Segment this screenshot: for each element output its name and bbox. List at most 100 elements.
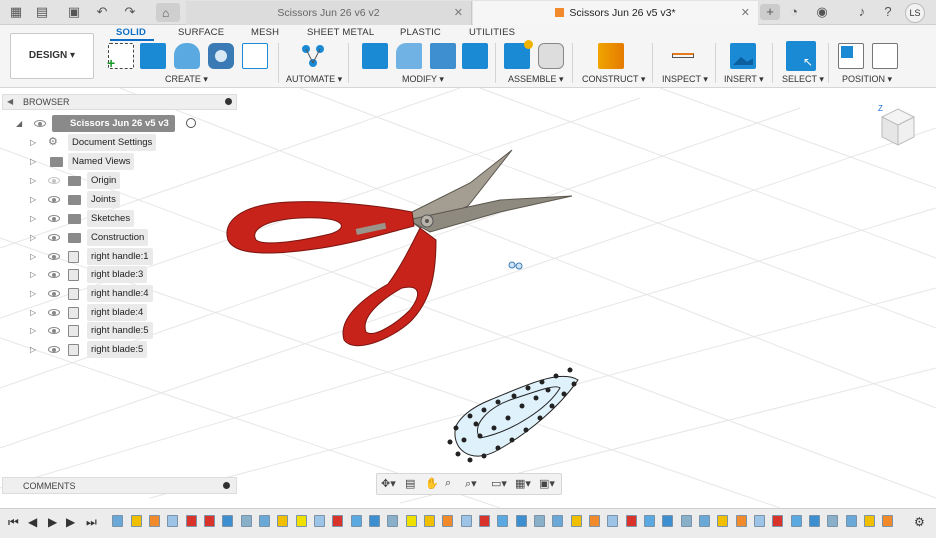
hole-icon[interactable] — [208, 43, 234, 69]
inspect-menu[interactable]: INSPECT ▾ — [662, 74, 708, 85]
tab-sheet-metal[interactable]: SHEET METAL — [307, 27, 374, 38]
visibility-eye-icon[interactable] — [48, 177, 60, 184]
expand-arrow-icon[interactable]: ▷ — [30, 153, 36, 170]
extrude-icon[interactable] — [140, 43, 166, 69]
close-icon[interactable]: ✕ — [741, 1, 750, 25]
automate-menu[interactable]: AUTOMATE ▾ — [286, 74, 342, 85]
expand-arrow-icon[interactable]: ▷ — [30, 341, 36, 358]
timeline-feature-icon[interactable] — [186, 515, 197, 527]
create-menu[interactable]: CREATE ▾ — [165, 74, 208, 85]
pan-icon[interactable]: ✋ — [425, 477, 439, 490]
timeline-feature-icon[interactable] — [424, 515, 435, 527]
modify-menu[interactable]: MODIFY ▾ — [402, 74, 444, 85]
position-menu[interactable]: POSITION ▾ — [842, 74, 892, 85]
viewports-icon[interactable]: ▣▾ — [539, 477, 555, 490]
pin-icon[interactable] — [223, 482, 230, 489]
timeline-feature-icon[interactable] — [149, 515, 160, 527]
look-at-icon[interactable]: ▤ — [405, 477, 415, 490]
expand-arrow-icon[interactable]: ▷ — [30, 285, 36, 302]
expand-arrow-icon[interactable]: ▷ — [30, 304, 36, 321]
fillet-icon[interactable] — [396, 43, 422, 69]
timeline-feature-icon[interactable] — [717, 515, 728, 527]
insert-image-icon[interactable] — [730, 43, 756, 69]
measure-icon[interactable] — [670, 43, 696, 69]
offset-plane-icon[interactable] — [598, 43, 624, 69]
timeline-feature-icon[interactable] — [809, 515, 820, 527]
timeline-feature-icon[interactable] — [259, 515, 270, 527]
display-settings-icon[interactable]: ▭▾ — [491, 477, 507, 490]
timeline-feature-icon[interactable] — [332, 515, 343, 527]
active-radio-icon[interactable] — [186, 118, 196, 128]
timeline-feature-icon[interactable] — [497, 515, 508, 527]
grid-settings-icon[interactable]: ▦▾ — [515, 477, 531, 490]
tab-solid[interactable]: SOLID — [116, 27, 146, 38]
go-to-start-icon[interactable]: ⏮ — [8, 515, 19, 530]
expand-arrow-icon[interactable]: ▷ — [30, 210, 36, 227]
go-to-end-icon[interactable]: ⏭ — [86, 515, 97, 530]
orbit-icon[interactable]: ✥▾ — [381, 477, 396, 490]
visibility-eye-icon[interactable] — [48, 196, 60, 203]
timeline-feature-icon[interactable] — [479, 515, 490, 527]
timeline-feature-icon[interactable] — [516, 515, 527, 527]
expand-arrow-icon[interactable]: ▷ — [30, 172, 36, 189]
visibility-eye-icon[interactable] — [48, 327, 60, 334]
step-forward-icon[interactable]: ▶ — [66, 515, 75, 529]
help-icon[interactable]: ? — [880, 4, 896, 20]
tab-mesh[interactable]: MESH — [251, 27, 279, 38]
timeline-feature-icon[interactable] — [791, 515, 802, 527]
visibility-eye-icon[interactable] — [48, 346, 60, 353]
document-tab-2[interactable]: Scissors Jun 26 v5 v3* ✕ — [473, 1, 758, 25]
visibility-eye-icon[interactable] — [48, 234, 60, 241]
expand-arrow-icon[interactable]: ▷ — [30, 191, 36, 208]
expand-arrow-icon[interactable]: ▷ — [30, 322, 36, 339]
timeline-feature-icon[interactable] — [112, 515, 123, 527]
timeline-feature-icon[interactable] — [626, 515, 637, 527]
timeline-feature-icon[interactable] — [204, 515, 215, 527]
visibility-eye-icon[interactable] — [48, 215, 60, 222]
combine-icon[interactable] — [462, 43, 488, 69]
user-avatar[interactable]: LS — [905, 3, 925, 23]
tab-utilities[interactable]: UTILITIES — [469, 27, 515, 38]
timeline-feature-icon[interactable] — [351, 515, 362, 527]
notifications-icon[interactable]: ♪ — [854, 4, 870, 20]
timeline-feature-icon[interactable] — [131, 515, 142, 527]
timeline-feature-icon[interactable] — [461, 515, 472, 527]
visibility-eye-icon[interactable] — [48, 271, 60, 278]
expand-arrow-icon[interactable]: ▷ — [30, 229, 36, 246]
create-sketch-icon[interactable]: + — [107, 43, 134, 71]
workspace-switcher-button[interactable]: DESIGN ▾ — [10, 33, 94, 79]
joint-icon[interactable] — [538, 43, 564, 69]
timeline-feature-icon[interactable] — [827, 515, 838, 527]
collapse-icon[interactable]: ◀ — [7, 97, 13, 106]
timeline-feature-icon[interactable] — [222, 515, 233, 527]
timeline-feature-icon[interactable] — [662, 515, 673, 527]
pattern-icon[interactable] — [242, 43, 268, 69]
chamfer-icon[interactable] — [430, 43, 456, 69]
select-icon[interactable]: ↖ — [786, 41, 816, 71]
revolve-icon[interactable] — [174, 43, 200, 69]
file-icon[interactable]: ▤ — [34, 4, 50, 20]
zoom-icon[interactable]: ⌕ — [445, 477, 451, 490]
timeline-feature-icon[interactable] — [296, 515, 307, 527]
grid-menu-icon[interactable]: ▦ — [8, 4, 24, 20]
timeline-feature-icon[interactable] — [589, 515, 600, 527]
timeline-feature-icon[interactable] — [882, 515, 893, 527]
timeline-feature-icon[interactable] — [167, 515, 178, 527]
timeline-feature-icon[interactable] — [369, 515, 380, 527]
tab-surface[interactable]: SURFACE — [178, 27, 224, 38]
timeline-feature-icon[interactable] — [699, 515, 710, 527]
timeline-feature-icon[interactable] — [754, 515, 765, 527]
comments-panel-header[interactable]: COMMENTS — [2, 477, 237, 494]
timeline-feature-icon[interactable] — [846, 515, 857, 527]
browser-panel-header[interactable]: ◀ BROWSER — [2, 94, 237, 110]
tab-plastic[interactable]: PLASTIC — [400, 27, 441, 38]
zoom-window-icon[interactable]: ⌕▾ — [465, 477, 477, 491]
timeline-feature-icon[interactable] — [736, 515, 747, 527]
insert-menu[interactable]: INSERT ▾ — [724, 74, 764, 85]
sketch-profile[interactable] — [447, 367, 579, 463]
expand-arrow-icon[interactable]: ▷ — [30, 248, 36, 265]
extensions-icon[interactable]: ◔ — [786, 4, 802, 20]
timeline-feature-icon[interactable] — [442, 515, 453, 527]
step-back-icon[interactable]: ◀ — [28, 515, 37, 529]
new-tab-icon[interactable]: + — [760, 4, 780, 20]
